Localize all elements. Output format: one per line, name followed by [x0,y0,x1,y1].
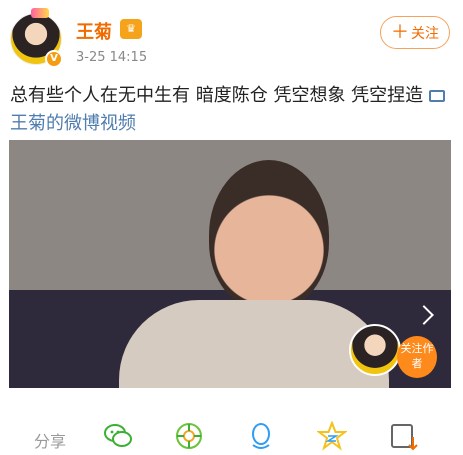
save-video-icon[interactable] [389,421,419,451]
verified-badge-icon: V [45,50,63,68]
follow-button-label: 关注 [411,25,439,42]
follow-author-badge[interactable]: 关注作者 [397,336,437,378]
vip-badge-icon: ♛ [120,19,142,39]
share-label: 分享 [34,432,67,451]
user-avatar[interactable]: V [10,8,63,68]
username[interactable]: 王菊 [76,18,112,44]
qq-icon[interactable] [246,421,276,451]
video-player[interactable]: 关注作者 [9,140,451,388]
author-mini-avatar[interactable] [349,324,401,376]
share-action-bar: 分享 [0,418,463,455]
post-timestamp: 3-25 14:15 [76,50,148,65]
video-link-label: 王菊的微博视频 [10,113,136,134]
plus-icon: ＋ [391,21,409,43]
moments-icon[interactable] [174,421,204,451]
post-header: V 王菊 ♛ 3-25 14:15 ＋ 关注 [0,0,463,80]
post-text: 总有些个人在无中生有 暗度陈仓 凭空想象 凭空捏造 [10,85,424,106]
video-person-head [209,160,329,310]
video-link-icon [428,90,445,102]
crown-decoration [31,8,49,18]
follow-button[interactable]: ＋ 关注 [380,16,450,49]
post-body: 总有些个人在无中生有 暗度陈仓 凭空想象 凭空捏造 王菊的微博视频 [10,82,455,138]
wechat-icon[interactable] [103,421,133,451]
qzone-icon[interactable] [317,421,347,451]
